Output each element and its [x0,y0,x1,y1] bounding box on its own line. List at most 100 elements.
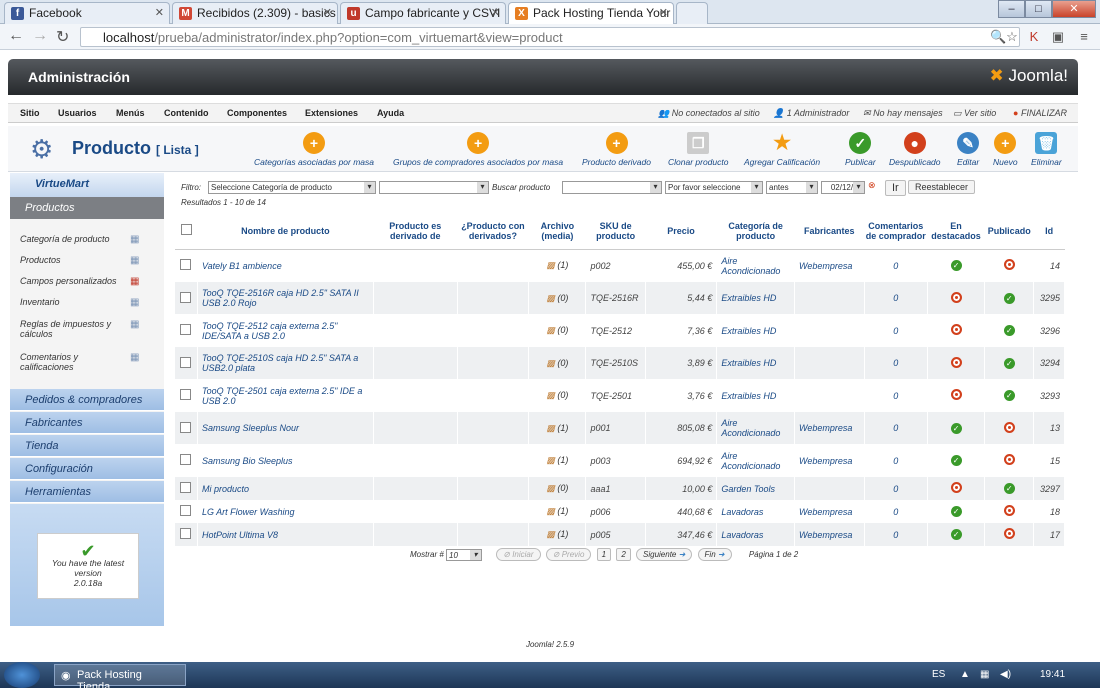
sidebar-item-categorias[interactable]: Categoría de producto [20,234,110,244]
category-link[interactable]: Aire Acondicionado [716,249,796,282]
checkbox[interactable] [180,224,192,236]
media-cell[interactable]: ▩ (0) [528,282,587,314]
featured-toggle[interactable]: ✓ [927,500,986,523]
taskbar-item[interactable]: ◉ Pack Hosting Tienda... [54,664,186,693]
comments-link[interactable]: 0 [864,412,928,444]
published-toggle[interactable] [984,500,1035,523]
order-select[interactable]: Por favor seleccione [665,181,763,194]
volume-icon[interactable]: ◀) [1000,669,1011,680]
unpublish-button[interactable]: ● Despublicado [889,132,941,167]
category-link[interactable]: Extraibles HD [716,282,796,314]
first-page-button[interactable]: ⊘ Iniciar [496,548,541,561]
featured-toggle[interactable] [927,314,986,347]
media-cell[interactable]: ▩ (1) [528,412,587,444]
featured-toggle[interactable]: ✓ [927,444,986,477]
comments-link[interactable]: 0 [864,379,928,412]
view-site-link[interactable]: ▭ Ver sitio [953,108,996,119]
go-button[interactable]: Ir [885,180,906,196]
published-toggle[interactable]: ✓ [984,314,1035,347]
menu-contenido[interactable]: Contenido [164,108,209,118]
minimize-button[interactable]: – [998,0,1025,18]
sidebar-section-configuracion[interactable]: Configuración [10,458,164,480]
star-icon[interactable]: ☆ [1004,29,1020,45]
url-field[interactable]: localhost/prueba/administrator/index.php… [80,27,1020,47]
forward-icon[interactable]: → [32,27,48,45]
page-2-button[interactable]: 2 [616,548,631,561]
row-checkbox[interactable] [180,389,192,400]
published-toggle[interactable]: ✓ [984,477,1035,500]
add-rating-button[interactable]: ★ Agregar Calificación [744,132,820,167]
comments-link[interactable]: 0 [864,314,928,347]
header-manufacturer[interactable]: Fabricantes [794,213,865,250]
header-comments[interactable]: Comentarios de comprador [864,213,928,250]
product-name-link[interactable]: Samsung Sleeplus Nour [197,412,374,444]
menu-sitio[interactable]: Sitio [20,108,40,118]
mass-categories-button[interactable]: + Categorías asociadas por masa [254,132,374,167]
product-name-link[interactable]: Vately B1 ambience [197,249,374,282]
comments-link[interactable]: 0 [864,523,928,546]
row-checkbox[interactable] [180,259,192,271]
featured-toggle[interactable]: ✓ [927,249,986,282]
row-checkbox[interactable] [180,505,192,516]
browser-tab-active[interactable]: X Pack Hosting Tienda Your ✕ [508,2,674,25]
mass-groups-button[interactable]: + Grupos de compradores asociados por mas… [393,132,563,167]
sidebar-section-pedidos[interactable]: Pedidos & compradores [10,389,164,411]
product-name-link[interactable]: HotPoint Ultima V8 [197,523,374,546]
manufacturer-link[interactable]: Webempresa [794,412,865,444]
date-input[interactable]: 02/12/13 [821,181,865,194]
clone-product-button[interactable]: ❐ Clonar producto [668,132,728,167]
manufacturer-link[interactable] [794,314,865,347]
sidebar-item-comentarios[interactable]: Comentarios y calificaciones [20,352,120,372]
manufacturer-link[interactable] [794,347,865,379]
start-button[interactable] [4,662,40,688]
media-cell[interactable]: ▩ (0) [528,477,587,500]
product-name-link[interactable]: TooQ TQE-2501 caja externa 2.5" IDE a US… [197,379,374,412]
comments-link[interactable]: 0 [864,282,928,314]
row-checkbox[interactable] [180,356,192,368]
page-size-select[interactable]: 10 [446,548,483,561]
sidebar-section-productos[interactable]: Productos [10,197,164,219]
menu-ayuda[interactable]: Ayuda [377,108,404,118]
category-link[interactable]: Aire Acondicionado [716,412,796,444]
category-link[interactable]: Extraibles HD [716,314,796,347]
product-name-link[interactable]: TooQ TQE-2516R caja HD 2.5" SATA II USB … [197,282,374,314]
menu-icon[interactable]: ≡ [1076,29,1092,45]
sidebar-section-herramientas[interactable]: Herramientas [10,481,164,503]
row-checkbox[interactable] [180,324,192,335]
published-toggle[interactable]: ✓ [984,282,1035,314]
menu-extensiones[interactable]: Extensiones [305,108,358,118]
back-icon[interactable]: ← [8,27,24,45]
new-button[interactable]: + Nuevo [993,132,1018,167]
comments-link[interactable]: 0 [864,500,928,523]
comments-link[interactable]: 0 [864,249,928,282]
category-link[interactable]: Garden Tools [716,477,796,500]
child-product-button[interactable]: + Producto derivado [582,132,651,167]
product-name-link[interactable]: Samsung Bio Sleeplus [197,444,374,477]
logout-link[interactable]: ● FINALIZAR [1013,108,1067,118]
header-children[interactable]: ¿Producto con derivados? [457,213,529,250]
menu-componentes[interactable]: Componentes [227,108,287,118]
row-checkbox[interactable] [180,291,192,303]
new-tab-button[interactable] [676,2,708,24]
close-icon[interactable]: ✕ [659,6,668,19]
comments-link[interactable]: 0 [864,477,928,500]
next-page-button[interactable]: Siguiente ➜ [636,548,693,561]
header-featured[interactable]: En destacados [927,213,985,250]
publish-button[interactable]: ✓ Publicar [845,132,876,167]
manufacturer-link[interactable] [794,477,865,500]
media-cell[interactable]: ▩ (1) [528,523,587,546]
reload-icon[interactable]: ↻ [56,27,69,47]
published-toggle[interactable]: ✓ [984,347,1035,379]
search-input[interactable] [562,181,662,194]
header-published[interactable]: Publicado [984,213,1034,250]
sidebar-section-fabricantes[interactable]: Fabricantes [10,412,164,434]
network-icon[interactable]: ▦ [980,669,989,680]
published-toggle[interactable] [984,444,1035,477]
edit-button[interactable]: ✎ Editar [957,132,979,167]
page-1-button[interactable]: 1 [596,548,612,561]
close-icon[interactable]: ✕ [491,6,500,19]
manufacturer-link[interactable]: Webempresa [794,500,865,523]
product-name-link[interactable]: Mi producto [197,477,374,500]
row-checkbox[interactable] [180,482,192,493]
close-icon[interactable]: ✕ [155,6,164,19]
